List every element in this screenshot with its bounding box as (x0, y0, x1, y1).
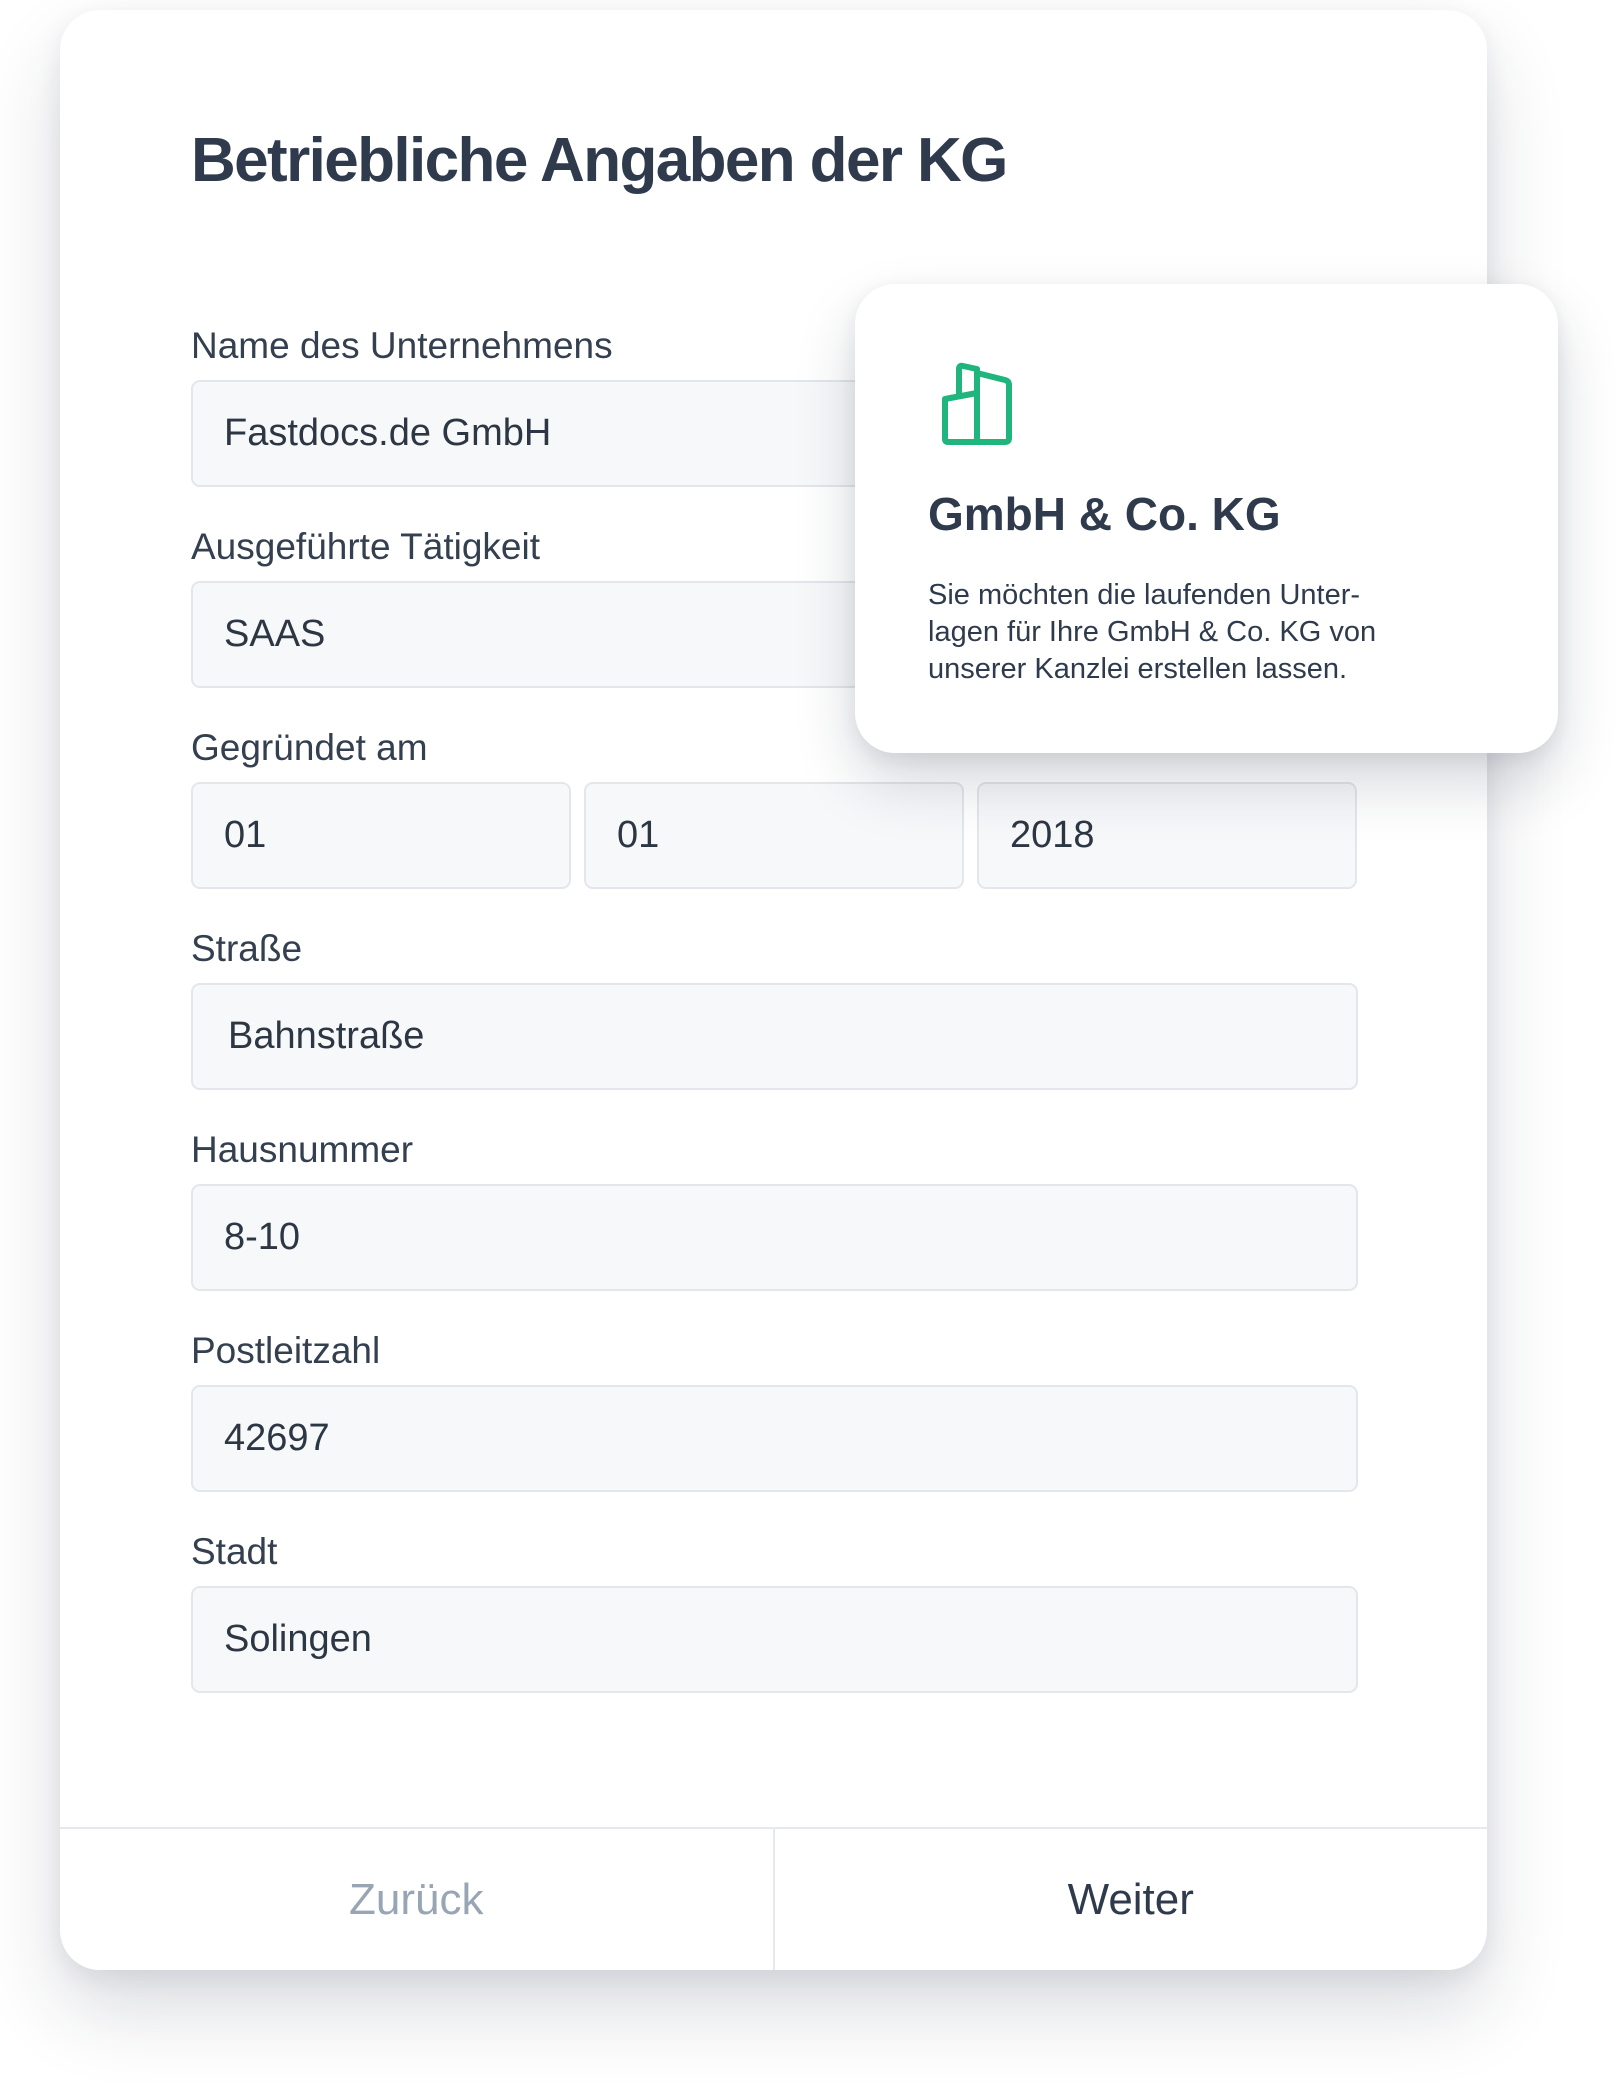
stage: Betriebliche Angaben der KG Name des Unt… (0, 0, 1617, 2090)
founded-year-input[interactable]: 2018 (977, 782, 1357, 889)
street-label: Straße (191, 928, 303, 969)
form-footer: Zurück Weiter (60, 1827, 1487, 1970)
city-input[interactable]: Solingen (191, 1586, 1358, 1693)
back-button[interactable]: Zurück (60, 1829, 775, 1970)
form-title: Betriebliche Angaben der KG (191, 126, 1008, 195)
activity-label: Ausgeführte Tätigkeit (191, 526, 540, 567)
company-type-card: GmbH & Co. KG Sie möchten die laufenden … (855, 284, 1558, 753)
founded-label: Gegründet am (191, 727, 428, 768)
city-label: Stadt (191, 1531, 278, 1572)
founded-day-input[interactable]: 01 (191, 782, 571, 889)
company-type-description: Sie möchten die laufenden Unter- lagen f… (928, 577, 1488, 688)
description-line: Sie möchten die laufenden Unter- (928, 579, 1361, 611)
house-number-label: Hausnummer (191, 1129, 414, 1170)
founded-month-input[interactable]: 01 (584, 782, 964, 889)
company-type-title: GmbH & Co. KG (928, 488, 1281, 540)
company-name-label: Name des Unternehmens (191, 325, 613, 366)
street-input[interactable]: Bahnstraße (191, 983, 1358, 1090)
description-line: lagen für Ihre GmbH & Co. KG von (928, 616, 1377, 648)
next-button[interactable]: Weiter (775, 1829, 1488, 1970)
house-number-input[interactable]: 8-10 (191, 1184, 1358, 1291)
buildings-icon (942, 362, 1012, 445)
description-line: unserer Kanzlei erstellen lassen. (928, 653, 1348, 685)
postal-code-label: Postleitzahl (191, 1330, 381, 1371)
postal-code-input[interactable]: 42697 (191, 1385, 1358, 1492)
